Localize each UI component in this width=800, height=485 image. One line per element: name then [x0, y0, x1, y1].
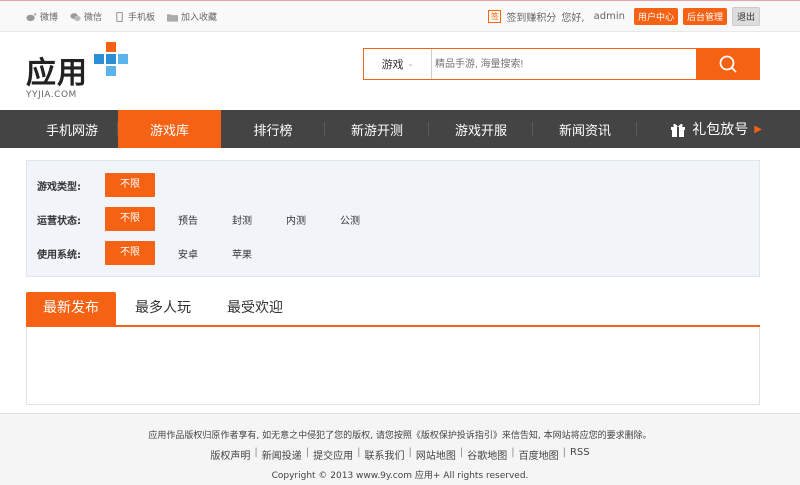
filter-option-internal-test[interactable]: 内测: [269, 212, 323, 227]
header: 应用 YYJIA.COM 游戏 ⌄: [0, 32, 800, 110]
nav-label: 游戏库: [149, 123, 189, 139]
footer-link-news-submit[interactable]: 新闻投递: [258, 447, 306, 462]
tab-latest[interactable]: 最新发布: [26, 292, 116, 325]
filter-label: 使用系统:: [37, 249, 81, 261]
site-logo[interactable]: 应用 YYJIA.COM: [26, 42, 128, 100]
nav-label: 新闻资讯: [558, 123, 611, 139]
filter-option-any[interactable]: 不限: [105, 207, 155, 231]
username: admin: [593, 11, 625, 22]
nav-rankings[interactable]: 排行榜: [221, 110, 325, 148]
footer: 应用作品版权归原作者享有, 如无意之中侵犯了您的版权, 请您按照《版权保护投诉指…: [0, 413, 800, 485]
search-bar: 游戏 ⌄: [363, 48, 760, 80]
nav-mobile-online-games[interactable]: 手机网游: [26, 110, 118, 148]
filter-option-apple[interactable]: 苹果: [215, 246, 269, 261]
filter-row-status: 运营状态: 不限 预告 封测 内测 公测: [37, 207, 377, 231]
search-button[interactable]: [696, 49, 759, 79]
filter-option-closed-beta[interactable]: 封测: [215, 212, 269, 227]
filter-row-game-type: 游戏类型: 不限: [37, 173, 161, 197]
search-icon: [719, 55, 737, 73]
filter-panel: 游戏类型: 不限 运营状态: 不限 预告 封测 内测 公测 使用系统: 不限 安…: [26, 160, 760, 277]
weibo-link[interactable]: 微博: [26, 10, 58, 23]
mobile-label: 手机板: [128, 13, 156, 23]
gift-label: 礼包放号: [692, 122, 749, 138]
nav-game-library[interactable]: 游戏库: [118, 110, 221, 148]
nav-label: 手机网游: [45, 123, 98, 139]
tab-most-popular[interactable]: 最受欢迎: [210, 292, 300, 325]
footer-link-rss[interactable]: RSS: [566, 447, 594, 462]
gift-icon: [671, 123, 686, 137]
footer-link-baidu-map[interactable]: 百度地图: [515, 447, 563, 462]
wechat-link[interactable]: 微信: [70, 10, 102, 23]
nav-label: 排行榜: [253, 123, 293, 139]
copyright-text: Copyright © 2013 www.9y.com 应用+ All righ…: [271, 471, 529, 481]
wechat-label: 微信: [84, 13, 103, 23]
nav-gift-packs[interactable]: 礼包放号 ▶: [670, 110, 762, 148]
nav-new-game-tests[interactable]: 新游开测: [325, 110, 429, 148]
filter-label: 游戏类型:: [37, 181, 81, 193]
tab-most-played[interactable]: 最多人玩: [118, 292, 208, 325]
wechat-icon: [70, 12, 81, 21]
main-nav: 手机网游 游戏库 排行榜 新游开测 游戏开服 新闻资讯 礼包放号 ▶: [0, 110, 800, 148]
weibo-icon: [26, 12, 37, 21]
search-type-select[interactable]: 游戏 ⌄: [364, 49, 432, 79]
logo-text: 应用: [26, 56, 88, 91]
filter-option-preview[interactable]: 预告: [161, 212, 215, 227]
user-center-button[interactable]: 用户中心: [633, 8, 678, 25]
weibo-label: 微博: [40, 13, 59, 23]
footer-link-submit-app[interactable]: 提交应用: [309, 447, 357, 462]
sort-tabs: 最新发布 最多人玩 最受欢迎: [26, 292, 760, 327]
filter-option-any[interactable]: 不限: [105, 173, 155, 197]
admin-panel-button[interactable]: 后台管理: [682, 8, 727, 25]
phone-icon: [116, 11, 123, 22]
search-type-label: 游戏: [381, 58, 404, 71]
chevron-down-icon: ⌄: [407, 60, 414, 68]
logout-button[interactable]: 退出: [731, 7, 760, 26]
nav-label: 新游开测: [350, 123, 403, 139]
filter-option-open-beta[interactable]: 公测: [323, 212, 377, 227]
arrow-right-icon: ▶: [754, 123, 762, 135]
mobile-link[interactable]: 手机板: [114, 10, 155, 23]
footer-link-contact[interactable]: 联系我们: [360, 447, 408, 462]
search-input[interactable]: [432, 49, 696, 79]
sign-in-icon[interactable]: 签: [488, 10, 502, 23]
nav-label: 游戏开服: [454, 123, 507, 139]
nav-server-openings[interactable]: 游戏开服: [429, 110, 533, 148]
social-links: 微博 微信 手机板 加入收藏: [26, 10, 217, 23]
favorite-link[interactable]: 加入收藏: [167, 10, 217, 23]
copyright-notice: 应用作品版权归原作者享有, 如无意之中侵犯了您的版权, 请您按照《版权保护投诉指…: [148, 431, 652, 441]
greeting-text: 您好,: [561, 13, 585, 24]
filter-option-any[interactable]: 不限: [105, 241, 155, 265]
favorite-label: 加入收藏: [181, 13, 218, 23]
filter-row-system: 使用系统: 不限 安卓 苹果: [37, 241, 269, 265]
sign-in-link[interactable]: 签到赚积分: [506, 9, 556, 24]
footer-links: 版权声明 | 新闻投递 | 提交应用 | 联系我们 | 网站地图 | 谷歌地图 | 百度地图…: [0, 447, 800, 462]
user-area: 签 签到赚积分 您好, admin 用户中心 后台管理 退出: [488, 7, 760, 26]
tab-content: [26, 327, 760, 405]
filter-option-android[interactable]: 安卓: [161, 246, 215, 261]
filter-label: 运营状态:: [37, 215, 81, 227]
nav-news[interactable]: 新闻资讯: [533, 110, 637, 148]
folder-icon: [167, 13, 179, 22]
footer-link-copyright[interactable]: 版权声明: [206, 447, 254, 462]
footer-link-sitemap[interactable]: 网站地图: [412, 447, 460, 462]
logo-plus-icon: [94, 42, 128, 76]
footer-link-google-map[interactable]: 谷歌地图: [463, 447, 511, 462]
top-bar: 微博 微信 手机板 加入收藏 签 签到赚积分 您好, admin 用户中心 后台…: [0, 0, 800, 32]
